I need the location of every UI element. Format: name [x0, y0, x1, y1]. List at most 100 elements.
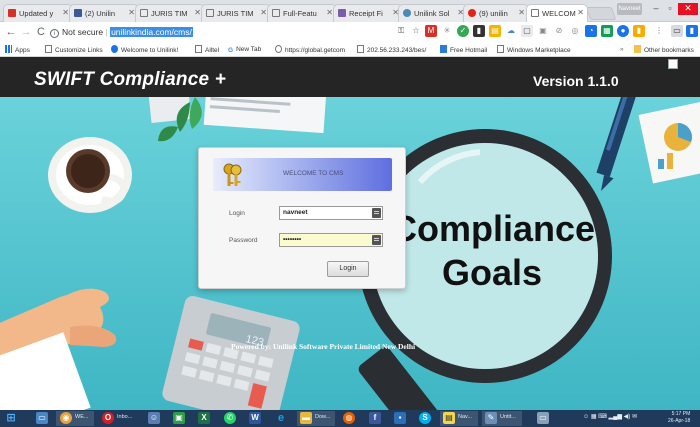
password-input[interactable]: ••••••••: [279, 233, 383, 247]
browser-tab[interactable]: Receipt Fi ✕: [333, 4, 403, 22]
check-icon[interactable]: ✓: [457, 25, 469, 37]
browser-tab[interactable]: (2) Unilin ✕: [69, 4, 139, 22]
close-tab-icon[interactable]: ✕: [518, 8, 525, 17]
window-icon[interactable]: ▭: [537, 412, 549, 424]
people-icon[interactable]: ☺: [583, 414, 589, 420]
coffee-cup-icon: [48, 137, 132, 213]
extension-icon[interactable]: ▦: [601, 25, 613, 37]
browser-toolbar: ← → C i Not secure | unilinkindia.com/cms…: [0, 22, 700, 43]
bookmark-other[interactable]: Other bookmarks: [634, 45, 694, 55]
globe-icon: [275, 45, 282, 53]
stickynotes-icon[interactable]: ▤: [443, 412, 455, 424]
tab-title: Updated y: [19, 9, 54, 18]
word-icon[interactable]: W: [249, 412, 261, 424]
close-tab-icon[interactable]: ✕: [260, 8, 267, 17]
windows-taskbar: ⊞ ▭ ◉ WE... O Inbo... ☺ ▣ X ✆ W e ▬ Dow.…: [0, 410, 700, 427]
keyboard-icon[interactable]: ⌨: [598, 414, 607, 420]
desktop-icon[interactable]: ▭: [36, 412, 48, 424]
extension-icon[interactable]: ▭: [671, 25, 683, 37]
close-tab-icon[interactable]: ✕: [194, 8, 201, 17]
bookmark-item[interactable]: Alltel: [195, 45, 219, 55]
bookmark-item[interactable]: Free Hotmail: [440, 45, 487, 55]
app-icon[interactable]: ▪: [394, 412, 406, 424]
signal-icon[interactable]: ▂▄▆: [609, 414, 622, 420]
key-icon[interactable]: ⚿: [395, 25, 407, 37]
network-icon[interactable]: ▦: [591, 414, 597, 420]
bookmark-apps[interactable]: Apps: [5, 45, 30, 55]
app-header: SWIFT Compliance + Version 1.1.0: [0, 57, 700, 97]
taskbar-label: Dow...: [315, 414, 331, 420]
menu-icon[interactable]: ⋮: [653, 25, 665, 37]
close-window-icon[interactable]: ✕: [678, 3, 698, 15]
maximize-icon[interactable]: ▫: [662, 3, 678, 15]
windows-icon[interactable]: ⊞: [5, 412, 17, 424]
bookmark-item[interactable]: Windows Marketplace: [497, 45, 571, 55]
reload-icon[interactable]: C: [35, 25, 47, 39]
bookmark-item[interactable]: https://global.getcom: [275, 45, 345, 55]
url-text[interactable]: unilinkindia.com/cms/: [110, 27, 193, 37]
gmail-extension-icon[interactable]: M: [425, 25, 437, 37]
browser-tab[interactable]: Unilink Sol ✕: [398, 4, 468, 22]
store-icon[interactable]: ▣: [173, 412, 185, 424]
extension-icon[interactable]: ▮: [473, 25, 485, 37]
whatsapp-icon[interactable]: ✆: [224, 412, 236, 424]
keyboard-icon[interactable]: [372, 208, 381, 218]
browser-tab[interactable]: Updated y ✕: [3, 4, 73, 22]
forward-arrow-icon[interactable]: →: [20, 25, 32, 39]
ie-icon[interactable]: e: [275, 412, 287, 424]
info-icon[interactable]: i: [50, 29, 59, 38]
notification-icon[interactable]: ✉: [632, 414, 637, 420]
login-input[interactable]: navneet: [279, 206, 383, 220]
chevron-right-icon[interactable]: »: [620, 45, 624, 55]
star-icon[interactable]: ☆: [410, 25, 422, 37]
close-tab-icon[interactable]: ✕: [326, 8, 333, 17]
people-icon[interactable]: ☺: [148, 412, 160, 424]
bookmark-item[interactable]: G New Tab: [228, 45, 261, 55]
extension-icon[interactable]: ▣: [537, 25, 549, 37]
skype-icon[interactable]: S: [419, 412, 431, 424]
tab-title: JURIS TIM: [151, 9, 188, 18]
browser-tab[interactable]: (9) unilin ✕: [463, 4, 529, 22]
extension-icon[interactable]: ▮: [633, 25, 645, 37]
facebook-icon[interactable]: f: [369, 412, 381, 424]
opera-icon[interactable]: O: [102, 412, 114, 424]
page-icon: [497, 45, 504, 53]
login-label: Login: [229, 210, 245, 217]
extension-icon[interactable]: ▢: [521, 25, 533, 37]
profile-button[interactable]: Navneet: [617, 3, 642, 15]
close-tab-icon[interactable]: ✕: [128, 8, 135, 17]
gmail-icon: [8, 9, 16, 17]
browser-tab[interactable]: JURIS TIM ✕: [201, 4, 271, 22]
firefox-icon[interactable]: ◍: [343, 412, 355, 424]
taskbar-clock[interactable]: 5:17 PM 26-Apr-18: [668, 411, 690, 425]
bookmark-item[interactable]: Customize Links: [45, 45, 103, 55]
extension-icon[interactable]: ▮: [686, 25, 698, 37]
back-arrow-icon[interactable]: ←: [5, 25, 17, 39]
address-bar[interactable]: i Not secure | unilinkindia.com/cms/: [50, 24, 392, 41]
paint-icon[interactable]: ✎: [485, 412, 497, 424]
extension-icon[interactable]: ⊘: [553, 25, 565, 37]
extension-icon[interactable]: ◔: [585, 25, 597, 37]
bookmark-item[interactable]: 202.56.233.243/bes/: [357, 45, 426, 55]
page-icon: [140, 9, 148, 17]
welcome-text: WELCOME TO CMS: [283, 170, 344, 177]
extension-icon[interactable]: ✳: [441, 25, 453, 37]
browser-tab[interactable]: JURIS TIM ✕: [135, 4, 205, 22]
keyboard-icon[interactable]: [372, 235, 381, 245]
extension-icon[interactable]: ▤: [489, 25, 501, 37]
login-button[interactable]: Login: [327, 261, 369, 277]
extension-icon[interactable]: ●: [617, 25, 629, 37]
excel-icon[interactable]: X: [198, 412, 210, 424]
system-tray: ☺ ▦ ⌨ ▂▄▆ ◀) ✉: [583, 413, 637, 420]
bookmark-item[interactable]: Welcome to Unilink!: [111, 45, 178, 55]
extension-icon[interactable]: ◎: [569, 25, 581, 37]
chrome-icon[interactable]: ◉: [60, 412, 72, 424]
browser-tab[interactable]: Full-Featu ✕: [267, 4, 337, 22]
folder-icon[interactable]: ▬: [300, 412, 312, 424]
close-tab-icon[interactable]: ✕: [62, 8, 69, 17]
new-tab-button[interactable]: [585, 7, 617, 20]
volume-icon[interactable]: ◀): [624, 414, 631, 420]
browser-tab-active[interactable]: WELCOM ✕: [526, 4, 588, 22]
cloud-icon[interactable]: ☁: [505, 25, 517, 37]
close-tab-icon[interactable]: ✕: [577, 8, 584, 17]
